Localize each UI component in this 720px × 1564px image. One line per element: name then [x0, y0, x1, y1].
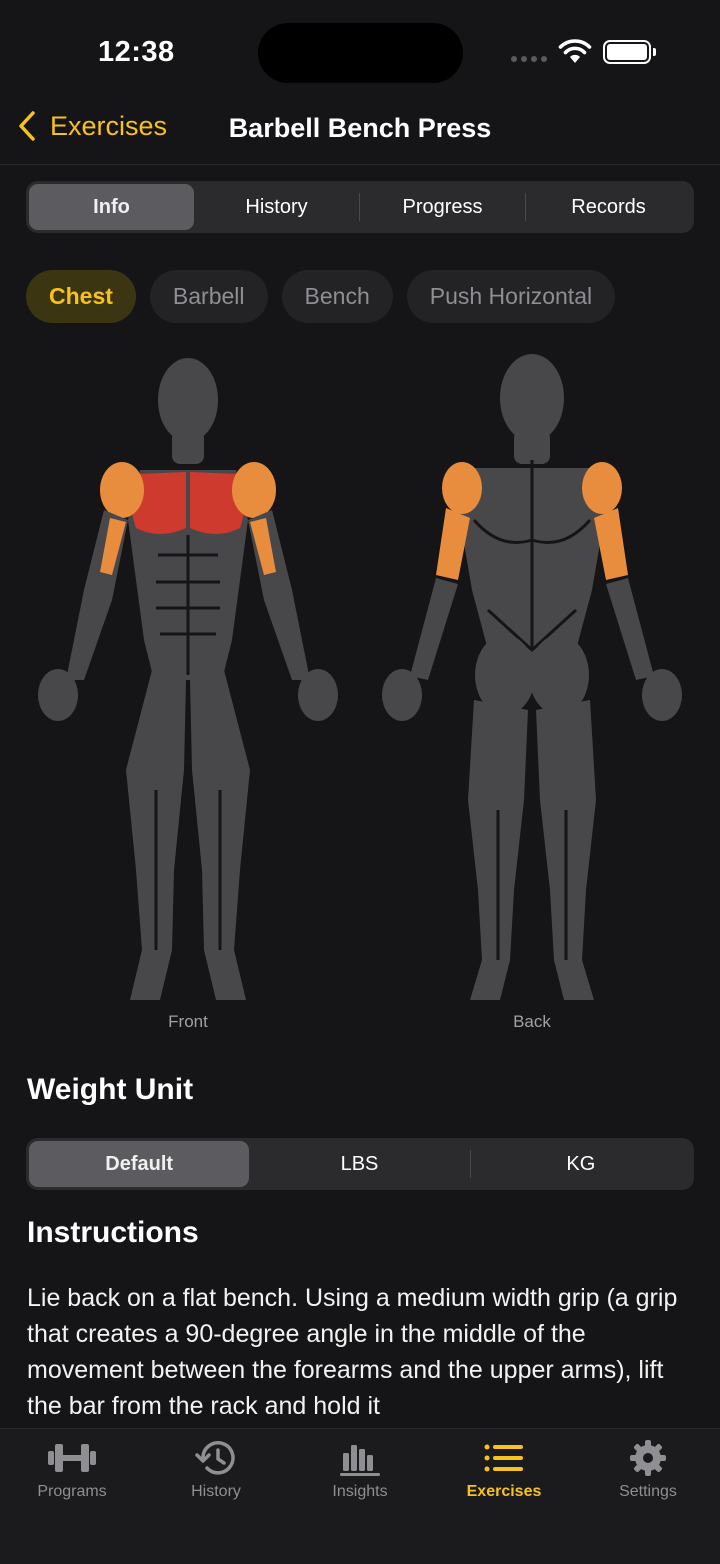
- tabbar-settings[interactable]: Settings: [576, 1429, 720, 1564]
- status-time: 12:38: [98, 36, 175, 68]
- back-head: [500, 354, 564, 442]
- history-clock-icon: [195, 1441, 235, 1475]
- chip-bench[interactable]: Bench: [281, 270, 393, 323]
- battery-icon: [603, 40, 656, 64]
- status-bar: 12:38: [0, 0, 720, 100]
- tabbar-insights[interactable]: Insights: [288, 1429, 432, 1564]
- dumbbell-icon: [48, 1444, 96, 1472]
- chip-barbell[interactable]: Barbell: [149, 270, 268, 323]
- back-shoulder-left: [442, 462, 482, 514]
- back-forearm-left: [410, 578, 458, 680]
- unit-lbs[interactable]: LBS: [249, 1141, 469, 1187]
- wifi-icon: [558, 39, 592, 63]
- tab-bar: Programs History Insights Exercises Sett…: [0, 1428, 720, 1564]
- front-hand-left: [38, 669, 78, 721]
- unit-kg[interactable]: KG: [471, 1141, 691, 1187]
- muscle-map: Front Back: [0, 350, 720, 1040]
- tabbar-settings-label: Settings: [619, 1483, 677, 1500]
- navigation-bar: Exercises Barbell Bench Press: [0, 100, 720, 165]
- tabbar-programs-label: Programs: [37, 1483, 107, 1500]
- page-title: Barbell Bench Press: [228, 113, 492, 143]
- instructions-text: Lie back on a flat bench. Using a medium…: [27, 1284, 678, 1420]
- tab-progress[interactable]: Progress: [360, 184, 525, 230]
- tabbar-insights-label: Insights: [332, 1483, 388, 1500]
- cellular-signal-icon: [511, 56, 547, 62]
- unit-default[interactable]: Default: [29, 1141, 250, 1187]
- back-shoulder-right: [582, 462, 622, 514]
- tab-info[interactable]: Info: [29, 184, 194, 230]
- instructions-heading: Instructions: [27, 1216, 199, 1249]
- front-shoulder-right: [232, 462, 276, 518]
- tab-history[interactable]: History: [194, 184, 359, 230]
- front-shoulder-left: [100, 462, 144, 518]
- front-label: Front: [168, 1012, 208, 1031]
- back-neck: [514, 430, 550, 464]
- tabbar-exercises-label: Exercises: [466, 1483, 542, 1500]
- weight-unit-selector: Default LBS KG: [26, 1138, 694, 1190]
- front-hand-right: [298, 669, 338, 721]
- tab-records[interactable]: Records: [526, 184, 691, 230]
- dynamic-island: [258, 23, 463, 83]
- gear-icon: [630, 1440, 666, 1476]
- tabbar-exercises[interactable]: Exercises: [432, 1429, 576, 1564]
- front-head: [158, 358, 218, 442]
- tabbar-history[interactable]: History: [144, 1429, 288, 1564]
- bar-chart-icon: [340, 1445, 380, 1476]
- back-hand-left: [382, 669, 422, 721]
- front-body-figure: [38, 358, 338, 1000]
- back-label: Back: [513, 1012, 551, 1031]
- muscle-tags: Chest Barbell Bench Push Horizontal: [26, 270, 616, 323]
- front-neck: [172, 430, 204, 464]
- exercise-tabs: Info History Progress Records: [26, 181, 694, 233]
- chip-chest[interactable]: Chest: [26, 270, 136, 323]
- back-body-figure: [382, 354, 682, 1000]
- weight-unit-heading: Weight Unit: [27, 1073, 194, 1106]
- back-hand-right: [642, 669, 682, 721]
- muscle-map-figures: [38, 354, 682, 1000]
- tabbar-programs[interactable]: Programs: [0, 1429, 144, 1564]
- back-triceps-right: [594, 508, 628, 580]
- list-icon: [484, 1444, 523, 1472]
- tabbar-history-label: History: [191, 1483, 241, 1500]
- back-forearm-right: [606, 578, 654, 680]
- chip-push-horizontal[interactable]: Push Horizontal: [406, 270, 616, 323]
- back-triceps-left: [436, 508, 470, 580]
